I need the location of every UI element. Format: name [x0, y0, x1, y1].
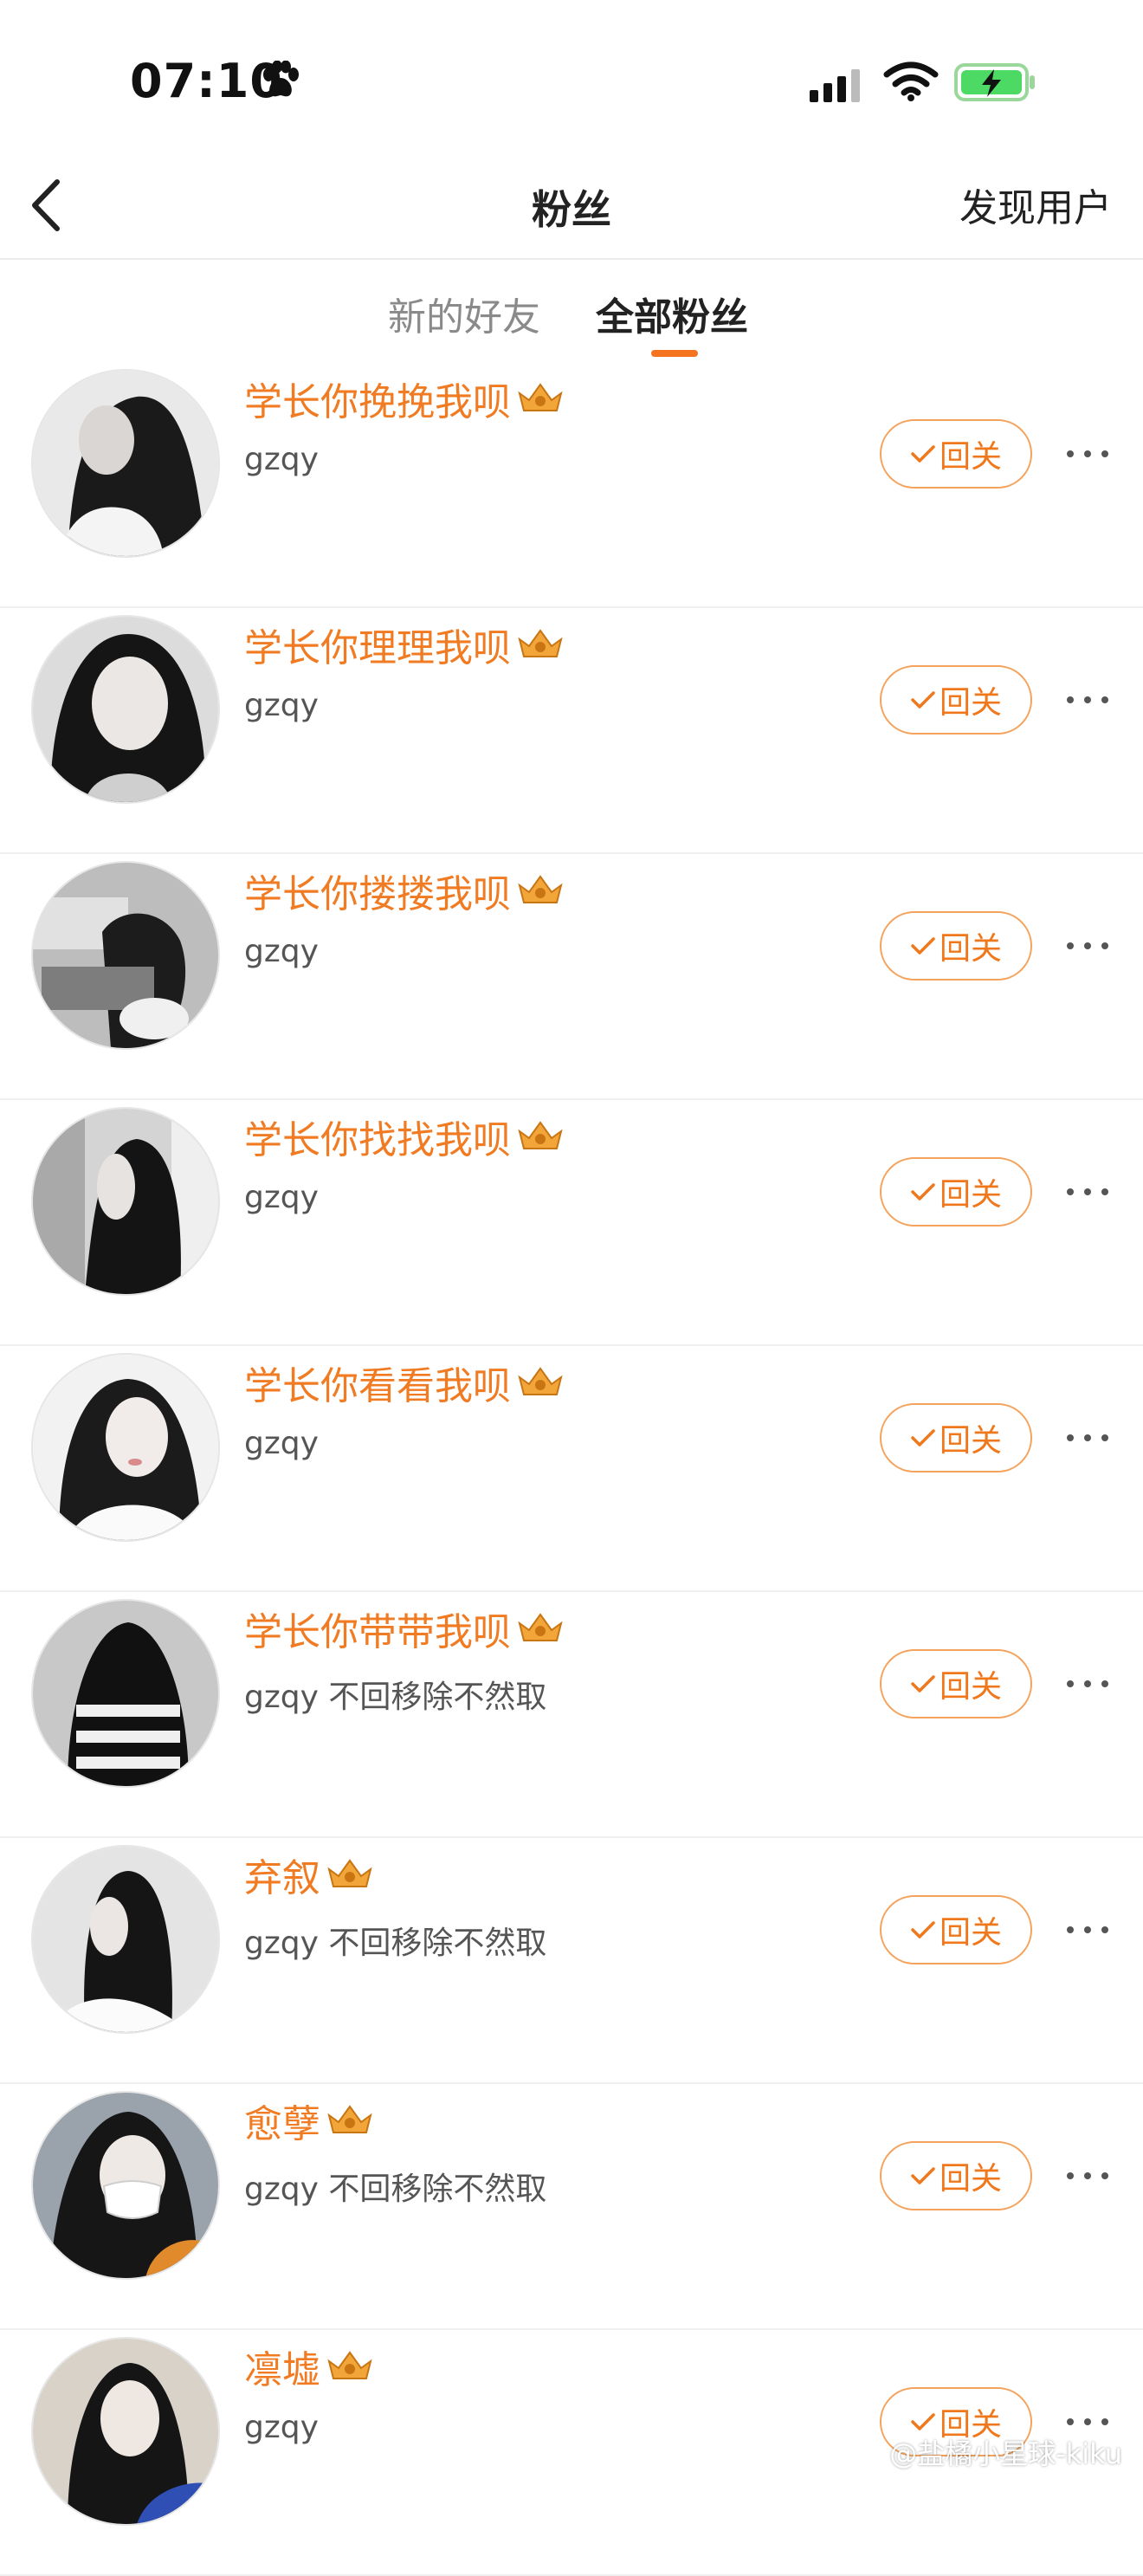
- follow-back-label: 回关: [939, 2161, 1002, 2197]
- checkmark-icon: [911, 691, 935, 709]
- more-icon[interactable]: [1067, 935, 1108, 956]
- fan-nickname[interactable]: 学长你挽挽我呗: [244, 371, 511, 426]
- fan-nickname[interactable]: 凛墟: [244, 2339, 320, 2394]
- fan-description: gzqy: [244, 934, 319, 969]
- checkmark-icon: [911, 1921, 935, 1938]
- crown-icon: [518, 875, 563, 903]
- avatar[interactable]: [31, 2091, 220, 2280]
- fan-nickname[interactable]: 学长你看看我呗: [244, 1355, 511, 1410]
- crown-icon: [518, 629, 563, 657]
- battery-icon: [954, 63, 1035, 101]
- list-item[interactable]: 学长你搂搂我呗 gzqy 回关: [0, 854, 1143, 1100]
- avatar[interactable]: [31, 1599, 220, 1788]
- weibo-icon: [843, 2443, 876, 2469]
- crown-icon: [327, 1859, 372, 1887]
- follow-back-label: 回关: [939, 931, 1002, 967]
- watermark: @盐橘小星球-kiku: [843, 2432, 1122, 2472]
- fan-description: gzqy: [244, 2410, 319, 2445]
- more-icon[interactable]: [1067, 1427, 1108, 1448]
- fan-nickname[interactable]: 学长你搂搂我呗: [244, 863, 511, 918]
- checkmark-icon: [911, 2167, 935, 2184]
- avatar[interactable]: [31, 369, 220, 558]
- avatar[interactable]: [31, 1845, 220, 2034]
- avatar[interactable]: [31, 1107, 220, 1296]
- list-item[interactable]: 学长你挽挽我呗 gzqy 回关: [0, 362, 1143, 608]
- checkmark-icon: [911, 2413, 935, 2430]
- wifi-icon: [883, 61, 939, 101]
- follow-back-label: 回关: [939, 1915, 1002, 1951]
- follow-back-button[interactable]: 回关: [880, 911, 1032, 981]
- list-item[interactable]: 学长你看看我呗 gzqy 回关: [0, 1346, 1143, 1592]
- checkmark-icon: [911, 445, 935, 463]
- avatar[interactable]: [31, 615, 220, 804]
- avatar[interactable]: [31, 1353, 220, 1542]
- fan-description: gzqy 不回移除不然取: [244, 1680, 547, 1715]
- list-item[interactable]: 学长你带带我呗 gzqy 不回移除不然取 回关: [0, 1592, 1143, 1838]
- checkmark-icon: [911, 1183, 935, 1201]
- follow-back-label: 回关: [939, 1177, 1002, 1213]
- signal-icon: [810, 69, 860, 102]
- avatar[interactable]: [31, 2337, 220, 2526]
- checkmark-icon: [911, 937, 935, 955]
- more-icon[interactable]: [1067, 2411, 1108, 2432]
- follow-back-button[interactable]: 回关: [880, 1649, 1032, 1718]
- list-item[interactable]: 愈孽 gzqy 不回移除不然取 回关: [0, 2084, 1143, 2330]
- more-icon[interactable]: [1067, 689, 1108, 710]
- more-icon[interactable]: [1067, 1181, 1108, 1202]
- list-item[interactable]: 学长你理理我呗 gzqy 回关: [0, 608, 1143, 854]
- list-item[interactable]: 弃叙 gzqy 不回移除不然取 回关: [0, 1838, 1143, 2084]
- tab-bar: 新的好友 全部粉丝: [0, 260, 1143, 362]
- follow-back-button[interactable]: 回关: [880, 1403, 1032, 1472]
- paw-icon: [263, 61, 299, 97]
- checkmark-icon: [911, 1429, 935, 1447]
- watermark-text: @盐橘小星球-kiku: [889, 2437, 1122, 2470]
- fan-nickname[interactable]: 学长你带带我呗: [244, 1601, 511, 1656]
- fan-nickname[interactable]: 愈孽: [244, 2093, 320, 2148]
- follow-back-button[interactable]: 回关: [880, 1157, 1032, 1227]
- tab-all-fans[interactable]: 全部粉丝: [596, 286, 748, 341]
- fan-description: gzqy: [244, 1426, 319, 1461]
- more-icon[interactable]: [1067, 1673, 1108, 1694]
- crown-icon: [327, 2105, 372, 2133]
- crown-icon: [518, 383, 563, 411]
- nav-bar: 粉丝 发现用户: [0, 156, 1143, 260]
- tab-new-friends[interactable]: 新的好友: [388, 286, 540, 341]
- fan-description: gzqy 不回移除不然取: [244, 2171, 547, 2207]
- fan-description: gzqy 不回移除不然取: [244, 1926, 547, 1961]
- crown-icon: [327, 2351, 372, 2379]
- fan-description: gzqy: [244, 1180, 319, 1215]
- follow-back-label: 回关: [939, 1423, 1002, 1459]
- checkmark-icon: [911, 1675, 935, 1693]
- list-item[interactable]: 学长你找找我呗 gzqy 回关: [0, 1100, 1143, 1346]
- fan-description: gzqy: [244, 688, 319, 723]
- follow-back-label: 回关: [939, 1669, 1002, 1705]
- discover-users-button[interactable]: 发现用户: [959, 177, 1112, 232]
- follow-back-button[interactable]: 回关: [880, 419, 1032, 489]
- follow-back-button[interactable]: 回关: [880, 1895, 1032, 1964]
- follow-back-button[interactable]: 回关: [880, 665, 1032, 735]
- more-icon[interactable]: [1067, 1919, 1108, 1940]
- crown-icon: [518, 1367, 563, 1395]
- status-bar: 07:10: [0, 0, 1143, 156]
- crown-icon: [518, 1613, 563, 1641]
- follow-back-label: 回关: [939, 439, 1002, 475]
- more-icon[interactable]: [1067, 2165, 1108, 2186]
- fan-nickname[interactable]: 学长你找找我呗: [244, 1109, 511, 1164]
- fan-list: 学长你挽挽我呗 gzqy 回关 学长你理理我呗 gzqy 回关 学长你搂搂我呗 …: [0, 362, 1143, 2576]
- avatar[interactable]: [31, 861, 220, 1050]
- follow-back-label: 回关: [939, 685, 1002, 721]
- crown-icon: [518, 1121, 563, 1149]
- fan-nickname[interactable]: 弃叙: [244, 1847, 320, 1902]
- follow-back-button[interactable]: 回关: [880, 2141, 1032, 2210]
- fan-nickname[interactable]: 学长你理理我呗: [244, 617, 511, 672]
- active-tab-indicator: [651, 350, 698, 357]
- fan-description: gzqy: [244, 442, 319, 477]
- more-icon[interactable]: [1067, 443, 1108, 464]
